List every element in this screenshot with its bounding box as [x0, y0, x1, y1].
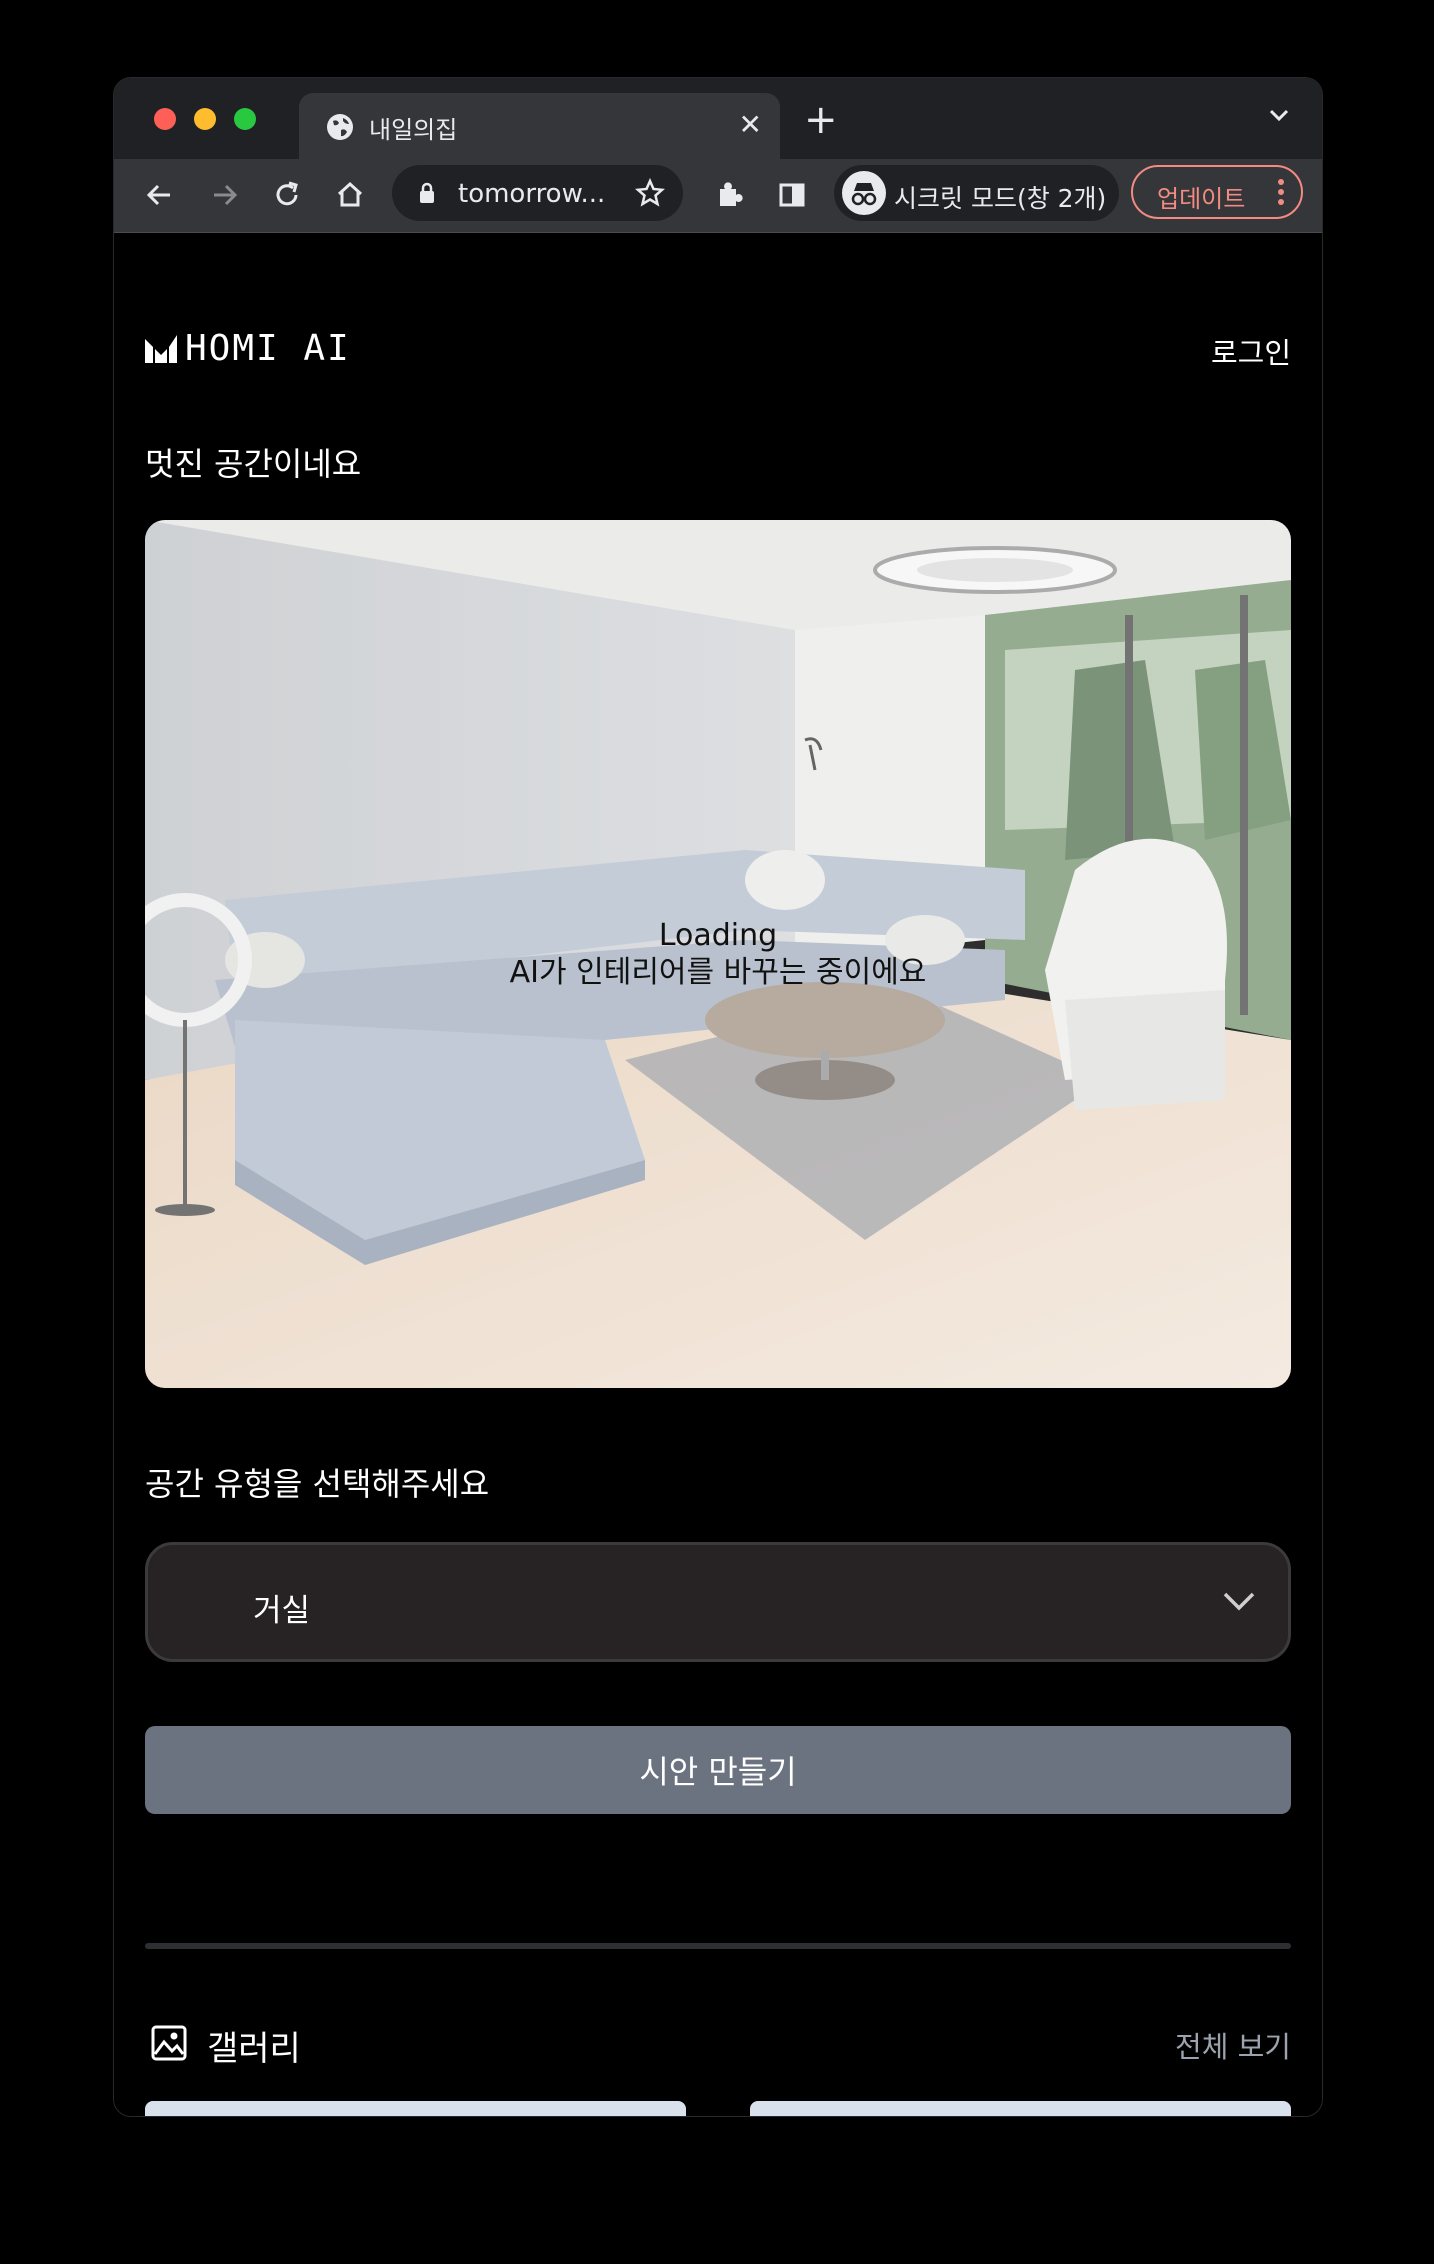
- update-label: 업데이트: [1157, 185, 1246, 213]
- create-design-button[interactable]: 시안 만들기: [145, 1726, 1291, 1814]
- logo-mark-icon: [145, 334, 177, 363]
- more-menu-icon[interactable]: [1277, 177, 1285, 207]
- gallery-image-icon: [151, 2025, 187, 2061]
- tab-bar: 내일의집 ✕ +: [114, 78, 1322, 159]
- incognito-icon: [842, 171, 886, 215]
- space-type-value: 거실: [253, 1593, 311, 1629]
- home-icon[interactable]: [332, 177, 368, 213]
- loading-overlay: Loading AI가 인테리어를 바꾸는 중이에요: [145, 917, 1291, 991]
- login-link[interactable]: 로그인: [1211, 330, 1291, 372]
- incognito-label: 시크릿 모드(창 2개): [894, 184, 1107, 213]
- loading-title: Loading: [658, 918, 778, 953]
- tab-search-chevron-icon[interactable]: [1268, 108, 1290, 122]
- gallery-title: 갤러리: [207, 2029, 301, 2069]
- gallery-thumbnail[interactable]: [750, 2101, 1291, 2116]
- reload-icon[interactable]: [269, 177, 305, 213]
- gallery-view-all-link[interactable]: 전체 보기: [1175, 2024, 1291, 2066]
- gallery-thumbnail[interactable]: [145, 2101, 686, 2116]
- globe-icon: [327, 114, 353, 140]
- side-panel-icon[interactable]: [774, 177, 810, 213]
- update-button[interactable]: 업데이트: [1131, 165, 1303, 219]
- window-close-button[interactable]: [154, 108, 176, 130]
- incognito-indicator[interactable]: 시크릿 모드(창 2개): [834, 165, 1119, 221]
- greeting-heading: 멋진 공간이네요: [145, 445, 362, 483]
- url-text: tomorrow...: [458, 179, 606, 209]
- lock-icon: [420, 182, 434, 203]
- homi-logo[interactable]: HOMI AI: [145, 328, 351, 369]
- window-minimize-button[interactable]: [194, 108, 216, 130]
- new-tab-icon[interactable]: +: [804, 100, 838, 140]
- section-divider: [145, 1943, 1291, 1949]
- tab-title: 내일의집: [369, 116, 458, 144]
- loading-message: AI가 인테리어를 바꾸는 중이에요: [509, 955, 927, 990]
- browser-tab[interactable]: 내일의집 ✕: [299, 93, 780, 159]
- chevron-down-icon: [1223, 1592, 1255, 1611]
- forward-arrow-icon[interactable]: [206, 177, 242, 213]
- interior-preview-image: Loading AI가 인테리어를 바꾸는 중이에요: [145, 520, 1291, 1388]
- space-type-label: 공간 유형을 선택해주세요: [145, 1465, 490, 1503]
- logo-text: HOMI AI: [185, 328, 351, 369]
- back-arrow-icon[interactable]: [142, 177, 178, 213]
- window-zoom-button[interactable]: [234, 108, 256, 130]
- extensions-puzzle-icon[interactable]: [711, 177, 747, 213]
- address-bar[interactable]: tomorrow...: [392, 165, 683, 221]
- page-content: HOMI AI 로그인 멋진 공간이네요 Loading AI가 인테리어를 바…: [114, 233, 1322, 2116]
- space-type-select[interactable]: 거실: [145, 1542, 1291, 1662]
- gallery-header: 갤러리 전체 보기: [145, 2018, 1291, 2069]
- browser-window: 내일의집 ✕ + tomorrow... 시크릿 모드(창 2개) 업데이트 H…: [113, 77, 1323, 2117]
- tab-close-icon[interactable]: ✕: [739, 110, 762, 140]
- bookmark-star-icon[interactable]: [635, 178, 665, 208]
